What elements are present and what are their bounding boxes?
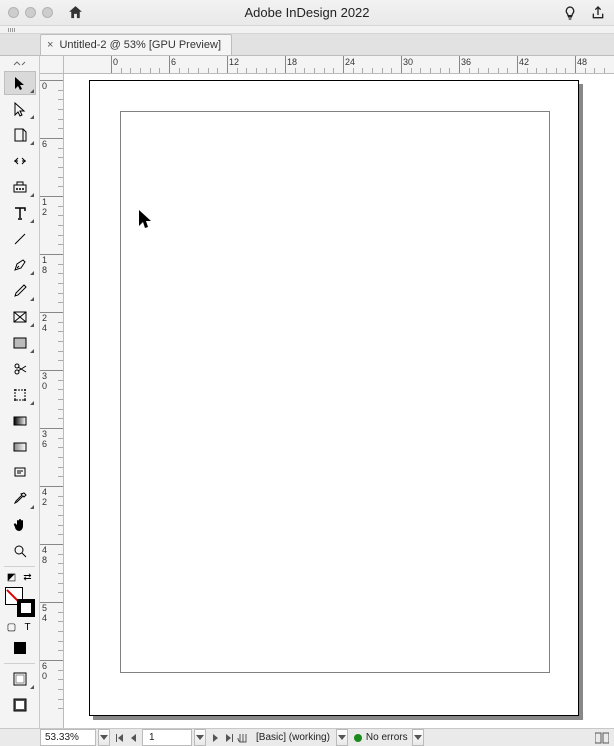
page[interactable] [89, 80, 579, 716]
preflight-ok-icon [354, 734, 362, 742]
toolbar-collapse-icon[interactable] [4, 57, 36, 69]
view-mode-preview[interactable] [4, 693, 36, 717]
free-transform-tool[interactable] [4, 383, 36, 407]
direct-selection-tool[interactable] [4, 97, 36, 121]
line-tool[interactable] [4, 227, 36, 251]
prev-page-button[interactable] [126, 729, 140, 746]
pasteboard[interactable] [64, 74, 614, 728]
scissors-tool[interactable] [4, 357, 36, 381]
gradient-feather-tool[interactable] [4, 435, 36, 459]
document-viewport: 0612182430364248 06121824303642485460 [40, 56, 614, 728]
document-tab-label: Untitled-2 @ 53% [GPU Preview] [59, 39, 221, 51]
window-zoom-dot[interactable] [42, 7, 53, 18]
status-bar: 53.33% 1 [Basic] (working) No errors [0, 728, 614, 746]
first-page-button[interactable] [112, 729, 126, 746]
gradient-swatch-tool[interactable] [4, 409, 36, 433]
share-icon[interactable] [590, 5, 606, 21]
next-page-button[interactable] [208, 729, 222, 746]
last-page-button[interactable] [222, 729, 236, 746]
page-number-field[interactable]: 1 [142, 729, 192, 746]
split-view-icon[interactable] [594, 729, 610, 746]
vertical-ruler[interactable]: 06121824303642485460 [40, 74, 64, 728]
tips-icon[interactable] [562, 5, 578, 21]
open-spread-icon[interactable] [236, 729, 250, 746]
zoom-tool[interactable] [4, 539, 36, 563]
eyedropper-tool[interactable] [4, 487, 36, 511]
selection-tool[interactable] [4, 71, 36, 95]
preset-label[interactable]: [Basic] (working) [256, 729, 330, 746]
rectangle-tool[interactable] [4, 331, 36, 355]
close-tab-icon[interactable]: × [47, 39, 53, 51]
default-fillstroke-icon[interactable]: ◩ [6, 571, 18, 583]
cursor-icon [138, 209, 152, 229]
window-minimize-dot[interactable] [25, 7, 36, 18]
swap-fillstroke-icon[interactable]: ⇄ [22, 571, 34, 583]
page-dropdown-icon[interactable] [194, 729, 206, 746]
panel-grip-icon[interactable] [8, 28, 16, 32]
note-tool[interactable] [4, 461, 36, 485]
tools-panel: ◩ ⇄ ▢ T [0, 56, 40, 728]
rectangle-frame-tool[interactable] [4, 305, 36, 329]
apply-color-icon[interactable] [4, 636, 36, 660]
view-mode-normal[interactable] [4, 667, 36, 691]
hand-tool[interactable] [4, 513, 36, 537]
formatting-affects: ▢ T [6, 621, 34, 633]
preflight-label: No errors [366, 732, 408, 743]
zoom-field[interactable]: 53.33% [40, 729, 96, 746]
app-title: Adobe InDesign 2022 [0, 5, 614, 20]
stroke-proxy[interactable] [17, 599, 35, 617]
control-strip [0, 26, 614, 34]
zoom-dropdown-icon[interactable] [98, 729, 110, 746]
home-icon[interactable] [67, 4, 84, 21]
preflight-status[interactable]: No errors [354, 729, 408, 746]
formatting-container-icon[interactable]: ▢ [6, 621, 18, 633]
document-tab[interactable]: × Untitled-2 @ 53% [GPU Preview] [40, 34, 232, 55]
pencil-tool[interactable] [4, 279, 36, 303]
formatting-text-icon[interactable]: T [22, 621, 34, 633]
fill-stroke-proxy[interactable] [5, 587, 35, 617]
pen-tool[interactable] [4, 253, 36, 277]
horizontal-ruler[interactable]: 0612182430364248 [64, 56, 614, 74]
fillstroke-swap[interactable]: ◩ ⇄ [6, 571, 34, 583]
preflight-dropdown-icon[interactable] [412, 729, 424, 746]
document-tabs: × Untitled-2 @ 53% [GPU Preview] [0, 34, 614, 56]
window-close-dot[interactable] [8, 7, 19, 18]
preset-dropdown-icon[interactable] [336, 729, 348, 746]
content-collector-tool[interactable] [4, 175, 36, 199]
page-margins [120, 111, 550, 673]
ruler-origin[interactable] [40, 56, 64, 74]
window-controls [8, 7, 53, 18]
type-tool[interactable] [4, 201, 36, 225]
page-tool[interactable] [4, 123, 36, 147]
gap-tool[interactable] [4, 149, 36, 173]
window-titlebar: Adobe InDesign 2022 [0, 0, 614, 26]
